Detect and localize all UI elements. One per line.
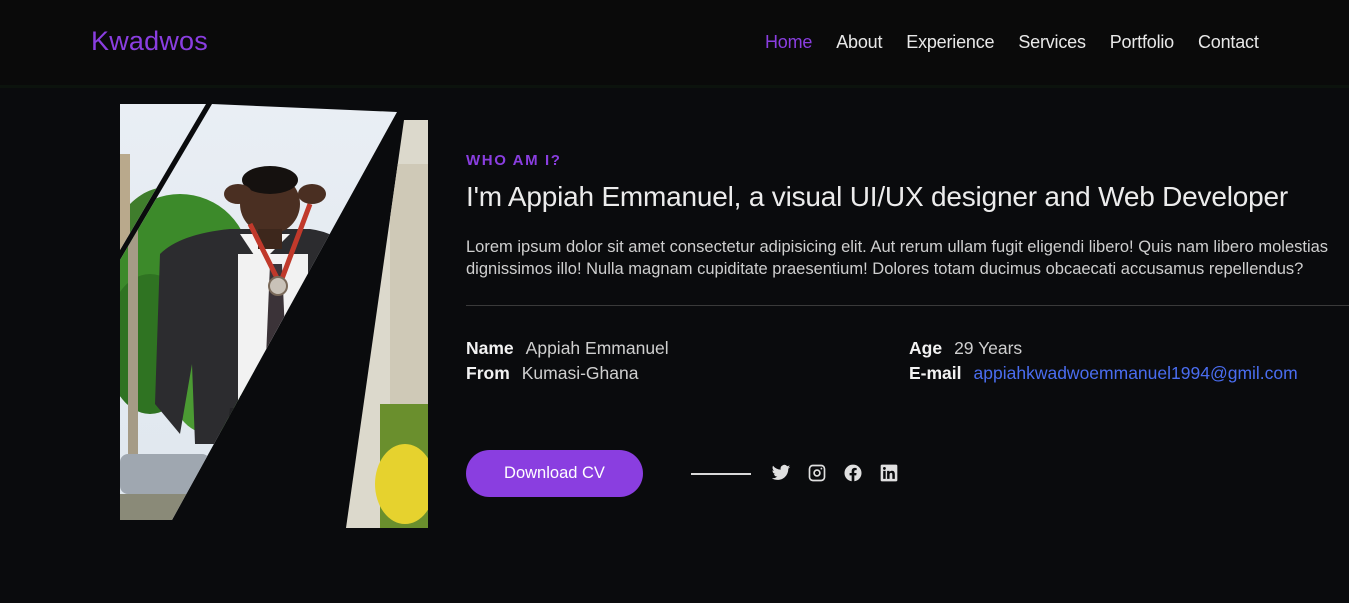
info-name-label: Name [466,338,514,358]
personal-info: Name Appiah Emmanuel From Kumasi-Ghana Age… [466,338,1349,388]
brand-logo[interactable]: Kwadwos [91,26,208,57]
nav-links: Home About Experience Services Portfolio… [765,32,1283,53]
nav-contact[interactable]: Contact [1198,32,1259,53]
nav-about[interactable]: About [836,32,882,53]
navbar: Kwadwos Home About Experience Services P… [0,0,1349,88]
section-eyebrow: WHO AM I? [466,152,562,169]
info-age-value: 29 Years [954,338,1023,358]
social-divider-line [691,473,751,475]
info-name-value: Appiah Emmanuel [525,338,669,358]
twitter-icon[interactable] [771,463,791,483]
nav-services[interactable]: Services [1018,32,1086,53]
info-age: Age 29 Years [909,338,1022,359]
nav-experience[interactable]: Experience [906,32,994,53]
instagram-icon[interactable] [807,463,827,483]
linkedin-icon[interactable] [879,463,899,483]
info-age-label: Age [909,338,943,358]
nav-portfolio[interactable]: Portfolio [1110,32,1174,53]
info-email-label: E-mail [909,363,962,383]
headline: I'm Appiah Emmanuel, a visual UI/UX desi… [466,181,1288,212]
info-from-value: Kumasi-Ghana [521,363,639,383]
social-links [771,463,899,483]
facebook-icon[interactable] [843,463,863,483]
hero-actions: Download CV [466,450,946,497]
nav-home[interactable]: Home [765,32,812,53]
info-from: From Kumasi-Ghana [466,363,638,384]
divider [466,305,1349,306]
info-from-label: From [466,363,510,383]
info-name: Name Appiah Emmanuel [466,338,669,359]
portrait-photo [120,104,428,528]
email-link[interactable]: appiahkwadwoemmanuel1994@gmil.com [974,363,1298,383]
intro-paragraph: Lorem ipsum dolor sit amet consectetur a… [466,238,1329,278]
download-cv-button[interactable]: Download CV [466,450,643,497]
about-content: WHO AM I? I'm Appiah Emmanuel, a visual … [466,152,1349,388]
info-email: E-mail appiahkwadwoemmanuel1994@gmil.com [909,363,1298,384]
